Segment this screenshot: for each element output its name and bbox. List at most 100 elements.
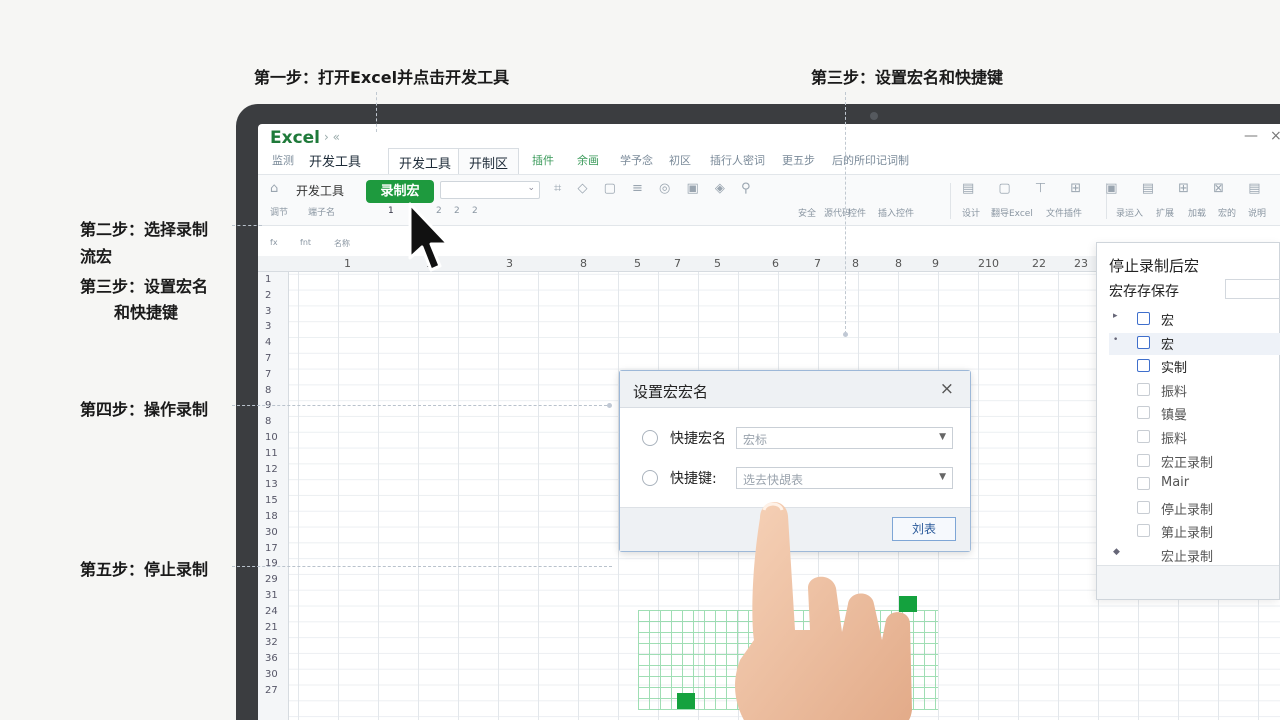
macro-checkbox[interactable]	[1137, 453, 1150, 467]
macro-list-item[interactable]: 振料	[1109, 380, 1280, 402]
column-label[interactable]: 5	[714, 257, 721, 270]
row-label[interactable]: 18	[265, 511, 278, 522]
macro-name-radio[interactable]	[642, 430, 658, 446]
row-label[interactable]: 19	[265, 558, 278, 569]
tab-geng-wubu[interactable]: 更五步	[782, 152, 815, 168]
macro-list-item[interactable]: ▸ 宏	[1109, 309, 1280, 331]
column-label[interactable]: 3	[506, 257, 513, 270]
tab-insert-mimi[interactable]: 插行人密词	[710, 152, 765, 168]
macro-checkbox[interactable]	[1137, 477, 1150, 491]
column-label[interactable]: 8	[580, 257, 587, 270]
macro-checkbox[interactable]	[1137, 312, 1150, 325]
macro-list-item[interactable]: 停止录制	[1109, 498, 1280, 520]
macro-list-item[interactable]: 第止录制	[1109, 521, 1280, 543]
row-label[interactable]: 24	[265, 606, 278, 617]
row-label[interactable]: 29	[265, 574, 278, 585]
panel-search-input[interactable]	[1225, 279, 1280, 299]
ribbon-far-2: 翻导Excel	[991, 209, 1033, 219]
row-label[interactable]: 8	[265, 416, 271, 427]
row-label[interactable]: 7	[265, 353, 271, 364]
row-label[interactable]: 30	[265, 527, 278, 538]
row-label[interactable]: 31	[265, 590, 278, 601]
row-label[interactable]: 8	[265, 385, 271, 396]
formula-font[interactable]: fnt	[300, 238, 311, 247]
row-label[interactable]: 11	[265, 448, 278, 459]
macro-panel: 停止录制后宏 宏存存保存 ▸ 宏 • 宏实制 振料 镇曼 振料 宏正录制 Mair 停止录制 第止录…	[1096, 242, 1280, 600]
row-label[interactable]: 30	[265, 669, 278, 680]
home-icon[interactable]: ⌂	[270, 181, 278, 196]
tab-yuhua[interactable]: 余画	[577, 152, 599, 168]
row-label[interactable]: 1	[265, 274, 271, 285]
column-label[interactable]: 6	[772, 257, 779, 270]
macro-checkbox[interactable]	[1137, 524, 1150, 538]
formula-fx-icon[interactable]: fx	[270, 238, 278, 247]
column-label[interactable]: 9	[932, 257, 939, 270]
macro-list-item[interactable]: 宏正录制	[1109, 451, 1280, 473]
macro-list-item[interactable]: 镇曼	[1109, 403, 1280, 425]
row-label[interactable]: 4	[265, 337, 271, 348]
tab-developer[interactable]: 开发工具	[309, 151, 361, 170]
tab-chuqu[interactable]: 初区	[669, 152, 691, 168]
column-label[interactable]: 7	[674, 257, 681, 270]
shortcut-radio[interactable]	[642, 470, 658, 486]
hand-illustration	[735, 502, 912, 720]
tab-plugin[interactable]: 插件	[532, 152, 554, 168]
row-label[interactable]: 10	[265, 432, 278, 443]
tab-xueyunian[interactable]: 学予念	[620, 152, 653, 168]
row-label[interactable]: 36	[265, 653, 278, 664]
ribbon-tool-icons[interactable]: ⌗ ◇ ▢ ≡ ◎ ▣ ◈ ⚲	[554, 181, 757, 196]
row-label[interactable]: 12	[265, 464, 278, 475]
row-label[interactable]: 21	[265, 622, 278, 633]
shortcut-select[interactable]: 选去快覘表 ▼	[736, 467, 953, 489]
row-label[interactable]: 32	[265, 637, 278, 648]
macro-checkbox[interactable]	[1137, 382, 1150, 396]
macro-name-select[interactable]: 宏标 ▼	[736, 427, 953, 449]
macro-item-label: 宏正录制	[1161, 455, 1214, 471]
panel-title: 停止录制后宏	[1109, 257, 1200, 275]
tab-developer-active[interactable]: 开发工具	[388, 148, 463, 174]
guide-dot	[843, 332, 848, 337]
row-label[interactable]: 3	[265, 306, 271, 317]
macro-combo[interactable]: ⌄	[440, 181, 540, 199]
row-label[interactable]: 17	[265, 543, 278, 554]
column-label[interactable]: 7	[814, 257, 821, 270]
row-label[interactable]: 3	[265, 321, 271, 332]
column-label[interactable]: 210	[978, 257, 999, 270]
list-marker-icon: ◆	[1113, 547, 1120, 557]
ribbon-label-control: 控件	[848, 209, 867, 219]
column-label[interactable]: 22	[1032, 257, 1046, 270]
macro-checkbox[interactable]	[1137, 500, 1150, 514]
row-label[interactable]: 15	[265, 495, 278, 506]
title-nav-icon[interactable]: › «	[324, 130, 340, 144]
macro-list-item[interactable]: 实制	[1109, 356, 1280, 378]
chevron-down-icon: ▼	[939, 472, 946, 482]
row-label[interactable]: 13	[265, 479, 278, 490]
macro-checkbox[interactable]	[1137, 430, 1150, 443]
dialog-close-icon[interactable]: ×	[940, 379, 954, 399]
ribbon-far-6: 加载	[1188, 209, 1207, 219]
macro-list-item[interactable]: • 宏	[1109, 332, 1280, 355]
column-label[interactable]: 1	[344, 257, 351, 270]
column-label[interactable]: 8	[895, 257, 902, 270]
column-label[interactable]: 23	[1074, 257, 1088, 270]
formula-name-box[interactable]: 名称	[334, 238, 350, 249]
macro-checkbox[interactable]	[1137, 359, 1150, 373]
tab-houde[interactable]: 后的所印记词制	[832, 152, 909, 168]
macro-list-item[interactable]: 振料	[1109, 427, 1280, 449]
macro-checkbox[interactable]	[1137, 406, 1150, 420]
macro-list-item[interactable]: ◆ 宏止录制	[1109, 545, 1280, 567]
macro-checkbox[interactable]	[1137, 335, 1150, 349]
minimize-icon[interactable]: —	[1244, 128, 1258, 144]
column-label[interactable]: 5	[634, 257, 641, 270]
row-label[interactable]: 2	[265, 290, 271, 301]
close-window-icon[interactable]: ×	[1270, 128, 1280, 144]
macro-item-label: Mair	[1161, 475, 1190, 491]
tab-control[interactable]: 开制区	[458, 148, 520, 174]
macro-list-item[interactable]: Mair	[1109, 474, 1280, 496]
column-label[interactable]: 8	[852, 257, 859, 270]
tab-monitor[interactable]: 监测	[272, 152, 294, 168]
ribbon-far-icons[interactable]: ▤ ▢ ⊤ ⊞ ▣ ▤ ⊞ ⊠ ▤	[962, 181, 1270, 196]
row-label[interactable]: 27	[265, 685, 278, 696]
ribbon-far-8: 说明	[1248, 209, 1267, 219]
row-label[interactable]: 7	[265, 369, 271, 380]
